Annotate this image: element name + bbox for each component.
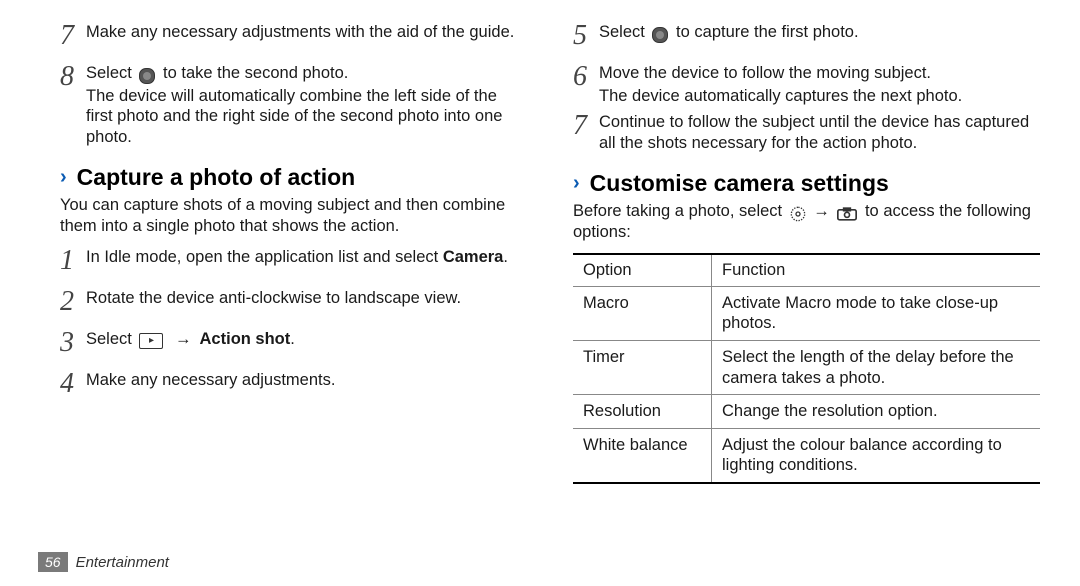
section-heading-capture: › Capture a photo of action (60, 164, 527, 191)
page-footer: 56 Entertainment (38, 552, 169, 572)
table-row: Timer Select the length of the delay bef… (573, 340, 1040, 394)
step-number: 7 (573, 108, 599, 143)
step-text-fragment: Select (86, 64, 132, 82)
period: . (290, 330, 295, 348)
arrow-icon: → (809, 202, 835, 220)
step-subtext: The device automatically captures the ne… (599, 86, 1040, 107)
step-number: 2 (60, 284, 86, 319)
step-text-fragment: to capture the first photo. (676, 23, 859, 41)
option-desc: Change the resolution option. (712, 395, 1041, 429)
ctx-glyph: ▸ (149, 335, 154, 348)
step-text: Make any necessary adjustments. (86, 370, 527, 391)
table-header-option: Option (573, 254, 712, 287)
left-steps: 1 In Idle mode, open the application lis… (60, 247, 527, 405)
footer-section-name: Entertainment (76, 554, 169, 571)
step-text-fragment: Select (86, 330, 136, 348)
table-header-function: Function (712, 254, 1041, 287)
camera-options-table: Option Function Macro Activate Macro mod… (573, 253, 1040, 484)
step-number: 7 (60, 18, 86, 53)
table-row: Resolution Change the resolution option. (573, 395, 1040, 429)
camera-icon (837, 206, 857, 220)
step-text-fragment: Move the device to follow the moving sub… (599, 64, 931, 82)
step-text: Continue to follow the subject until the… (599, 112, 1040, 153)
table-row: White balance Adjust the colour balance … (573, 428, 1040, 483)
right-continuation-steps: 5 Select to capture the first photo. 6 M… (573, 22, 1040, 154)
option-name: Resolution (573, 395, 712, 429)
shutter-icon (139, 68, 155, 84)
section-title-text: Capture a photo of action (77, 164, 356, 191)
option-desc: Activate Macro mode to take close-up pho… (712, 286, 1041, 340)
step-text: Select to take the second photo. The dev… (86, 63, 527, 148)
step-number: 3 (60, 325, 86, 360)
step-text: In Idle mode, open the application list … (86, 247, 527, 268)
step-number: 4 (60, 366, 86, 401)
step-bold: Action shot (196, 330, 291, 348)
page-number: 56 (38, 552, 68, 572)
arrow-icon: → (175, 330, 192, 348)
table-row: Macro Activate Macro mode to take close-… (573, 286, 1040, 340)
section-title-text: Customise camera settings (590, 170, 889, 197)
chevron-icon: › (60, 166, 67, 189)
step-text: Make any necessary adjustments with the … (86, 22, 527, 43)
option-name: Macro (573, 286, 712, 340)
step-bold: Camera (443, 248, 504, 266)
step-text-fragment: In Idle mode, open the application list … (86, 248, 443, 266)
intro-fragment: Before taking a photo, select (573, 202, 787, 220)
step-text: Select ▸ → Action shot. (86, 329, 527, 350)
step-text-fragment: to take the second photo. (163, 64, 348, 82)
option-name: Timer (573, 340, 712, 394)
chevron-icon: › (573, 172, 580, 195)
step-number: 5 (573, 18, 599, 53)
section-intro: Before taking a photo, select → to acces… (573, 201, 1040, 243)
left-continuation-steps: 7 Make any necessary adjustments with th… (60, 22, 527, 148)
left-column: 7 Make any necessary adjustments with th… (60, 20, 527, 484)
step-subtext: The device will automatically combine th… (86, 86, 527, 148)
right-column: 5 Select to capture the first photo. 6 M… (573, 20, 1040, 484)
context-menu-icon: ▸ (139, 333, 163, 349)
section-intro: You can capture shots of a moving subjec… (60, 195, 527, 237)
option-name: White balance (573, 428, 712, 483)
step-text: Select to capture the first photo. (599, 22, 1040, 43)
step-text: Rotate the device anti-clockwise to land… (86, 288, 527, 309)
period: . (503, 248, 508, 266)
gear-icon (790, 206, 806, 222)
step-text-fragment: Select (599, 23, 645, 41)
step-text: Move the device to follow the moving sub… (599, 63, 1040, 106)
section-heading-customise: › Customise camera settings (573, 170, 1040, 197)
step-number: 6 (573, 59, 599, 94)
option-desc: Adjust the colour balance according to l… (712, 428, 1041, 483)
shutter-icon (652, 27, 668, 43)
step-number: 1 (60, 243, 86, 278)
step-number: 8 (60, 59, 86, 94)
option-desc: Select the length of the delay before th… (712, 340, 1041, 394)
